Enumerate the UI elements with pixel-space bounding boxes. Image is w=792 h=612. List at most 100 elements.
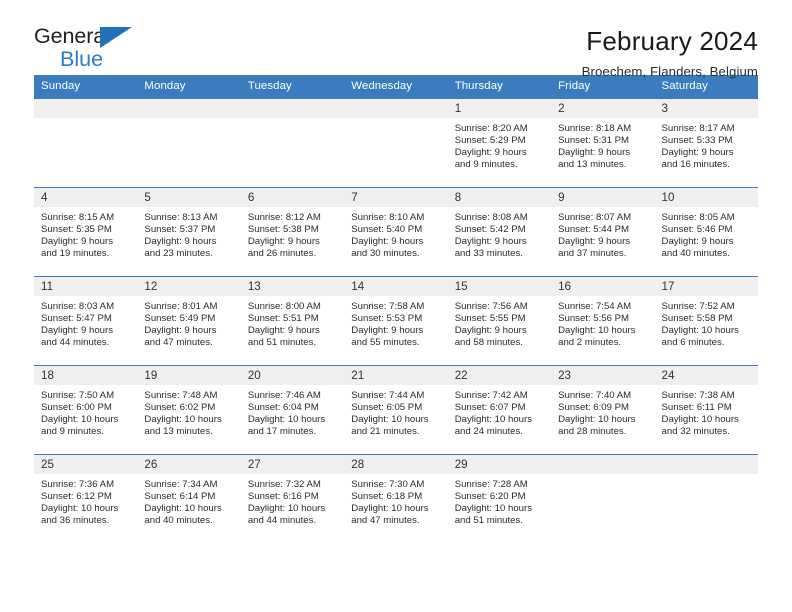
weekday-header-tuesday: Tuesday — [240, 75, 345, 99]
sunrise-text: Sunrise: 8:05 AM — [661, 212, 735, 223]
daylight-text-line2: and 24 minutes. — [454, 425, 523, 437]
day-number — [240, 99, 345, 118]
daylight-text-line2: and 2 minutes. — [558, 336, 622, 348]
calendar-day-cell[interactable]: 11 Sunrise: 8:03 AM Sunset: 5:47 PM Dayligh… — [34, 276, 138, 366]
calendar-day-cell[interactable]: 23 Sunrise: 7:40 AM Sunset: 6:09 PM Dayligh… — [551, 365, 655, 455]
sunrise-text: Sunrise: 8:12 AM — [247, 212, 321, 223]
calendar-day-cell[interactable]: 22 Sunrise: 7:42 AM Sunset: 6:07 PM Dayligh… — [447, 365, 552, 455]
day-number: 7 — [344, 188, 448, 207]
day-details: Sunrise: 7:32 AM Sunset: 6:16 PM Daylight:… — [241, 474, 344, 527]
sunset-text: Sunset: 5:51 PM — [247, 312, 319, 324]
weekday-header-wednesday: Wednesday — [344, 75, 448, 99]
daylight-text-line1: Daylight: 10 hours — [247, 502, 326, 514]
sunset-text: Sunset: 6:09 PM — [558, 401, 630, 413]
sunrise-text: Sunrise: 7:50 AM — [41, 390, 115, 401]
calendar-day-cell[interactable]: 18 Sunrise: 7:50 AM Sunset: 6:00 PM Dayligh… — [34, 365, 138, 455]
day-number — [551, 455, 655, 474]
sunset-text: Sunset: 6:04 PM — [247, 401, 319, 413]
calendar-day-cell[interactable]: 25 Sunrise: 7:36 AM Sunset: 6:12 PM Dayligh… — [34, 454, 138, 544]
sunset-text: Sunset: 5:42 PM — [454, 223, 526, 235]
calendar-day-cell[interactable]: 19 Sunrise: 7:48 AM Sunset: 6:02 PM Dayligh… — [137, 365, 241, 455]
sunrise-text: Sunrise: 7:36 AM — [41, 479, 115, 490]
sunset-text: Sunset: 5:58 PM — [661, 312, 733, 324]
logo-text-general: General — [34, 24, 110, 48]
calendar-day-cell-empty — [137, 98, 241, 188]
calendar-day-cell[interactable]: 3 Sunrise: 8:17 AM Sunset: 5:33 PM Daylight… — [654, 98, 758, 188]
logo-triangle-icon — [100, 27, 132, 48]
daylight-text-line2: and 37 minutes. — [558, 247, 627, 259]
calendar-day-cell[interactable]: 5 Sunrise: 8:13 AM Sunset: 5:37 PM Daylight… — [137, 187, 241, 277]
calendar-day-cell[interactable]: 10 Sunrise: 8:05 AM Sunset: 5:46 PM Dayligh… — [654, 187, 758, 277]
calendar-day-cell[interactable]: 16 Sunrise: 7:54 AM Sunset: 5:56 PM Dayligh… — [551, 276, 655, 366]
sunset-text: Sunset: 5:38 PM — [247, 223, 319, 235]
sunrise-text: Sunrise: 7:52 AM — [661, 301, 735, 312]
daylight-text-line1: Daylight: 9 hours — [454, 235, 527, 247]
sunset-text: Sunset: 5:55 PM — [454, 312, 526, 324]
sunrise-text: Sunrise: 7:42 AM — [454, 390, 528, 401]
calendar-day-cell[interactable]: 28 Sunrise: 7:30 AM Sunset: 6:18 PM Dayligh… — [344, 454, 448, 544]
day-number — [137, 99, 241, 118]
calendar-day-cell[interactable]: 27 Sunrise: 7:32 AM Sunset: 6:16 PM Dayligh… — [240, 454, 345, 544]
calendar-day-cell[interactable]: 6 Sunrise: 8:12 AM Sunset: 5:38 PM Daylight… — [240, 187, 345, 277]
sunrise-text: Sunrise: 8:10 AM — [351, 212, 425, 223]
sunrise-text: Sunrise: 8:18 AM — [558, 123, 632, 134]
calendar-day-cell[interactable]: 2 Sunrise: 8:18 AM Sunset: 5:31 PM Daylight… — [551, 98, 655, 188]
calendar-day-cell[interactable]: 13 Sunrise: 8:00 AM Sunset: 5:51 PM Dayligh… — [240, 276, 345, 366]
calendar-day-cell[interactable]: 15 Sunrise: 7:56 AM Sunset: 5:55 PM Dayligh… — [447, 276, 552, 366]
calendar-day-cell[interactable]: 12 Sunrise: 8:01 AM Sunset: 5:49 PM Dayligh… — [137, 276, 241, 366]
weekday-header-monday: Monday — [137, 75, 241, 99]
daylight-text-line1: Daylight: 10 hours — [144, 413, 222, 425]
daylight-text-line2: and 30 minutes. — [351, 247, 420, 259]
daylight-text-line2: and 16 minutes. — [661, 158, 730, 170]
calendar-day-cell[interactable]: 8 Sunrise: 8:08 AM Sunset: 5:42 PM Daylight… — [447, 187, 552, 277]
day-number: 5 — [137, 188, 241, 207]
calendar-day-cell[interactable]: 24 Sunrise: 7:38 AM Sunset: 6:11 PM Dayligh… — [654, 365, 758, 455]
calendar-body: 1 Sunrise: 8:20 AM Sunset: 5:29 PM Daylight… — [34, 98, 758, 544]
calendar-day-cell[interactable]: 9 Sunrise: 8:07 AM Sunset: 5:44 PM Daylight… — [551, 187, 655, 277]
calendar-day-cell[interactable]: 17 Sunrise: 7:52 AM Sunset: 5:58 PM Dayligh… — [654, 276, 758, 366]
calendar-day-cell[interactable]: 7 Sunrise: 8:10 AM Sunset: 5:40 PM Daylight… — [344, 187, 448, 277]
calendar-day-cell[interactable]: 4 Sunrise: 8:15 AM Sunset: 5:35 PM Daylight… — [34, 187, 138, 277]
sunset-text: Sunset: 6:05 PM — [351, 401, 423, 413]
day-details: Sunrise: 8:01 AM Sunset: 5:49 PM Daylight:… — [137, 296, 240, 349]
day-details: Sunrise: 7:28 AM Sunset: 6:20 PM Daylight:… — [448, 474, 551, 527]
day-details: Sunrise: 7:48 AM Sunset: 6:02 PM Daylight:… — [137, 385, 240, 438]
sunset-text: Sunset: 5:56 PM — [558, 312, 630, 324]
daylight-text-line2: and 40 minutes. — [661, 247, 730, 259]
daylight-text-line2: and 21 minutes. — [351, 425, 420, 437]
daylight-text-line2: and 26 minutes. — [247, 247, 317, 259]
day-details: Sunrise: 8:20 AM Sunset: 5:29 PM Daylight:… — [448, 118, 551, 171]
day-details: Sunrise: 8:10 AM Sunset: 5:40 PM Daylight:… — [344, 207, 447, 260]
calendar-day-cell[interactable]: 1 Sunrise: 8:20 AM Sunset: 5:29 PM Daylight… — [447, 98, 552, 188]
day-details: Sunrise: 7:44 AM Sunset: 6:05 PM Daylight:… — [344, 385, 447, 438]
calendar-day-cell[interactable]: 14 Sunrise: 7:58 AM Sunset: 5:53 PM Dayligh… — [344, 276, 448, 366]
day-number: 20 — [240, 366, 345, 385]
calendar-day-cell[interactable]: 26 Sunrise: 7:34 AM Sunset: 6:14 PM Dayligh… — [137, 454, 241, 544]
sunset-text: Sunset: 5:33 PM — [661, 134, 733, 146]
daylight-text-line2: and 6 minutes. — [661, 336, 725, 348]
day-details: Sunrise: 8:13 AM Sunset: 5:37 PM Daylight:… — [137, 207, 240, 260]
daylight-text-line1: Daylight: 9 hours — [351, 324, 424, 336]
day-number: 11 — [34, 277, 138, 296]
sunset-text: Sunset: 6:14 PM — [144, 490, 216, 502]
sunset-text: Sunset: 6:02 PM — [144, 401, 216, 413]
calendar-week-row: 4 Sunrise: 8:15 AM Sunset: 5:35 PM Daylight… — [34, 187, 758, 277]
sunset-text: Sunset: 6:12 PM — [41, 490, 112, 502]
daylight-text-line1: Daylight: 10 hours — [558, 324, 636, 336]
sunrise-text: Sunrise: 7:32 AM — [247, 479, 321, 490]
sunset-text: Sunset: 5:44 PM — [558, 223, 630, 235]
day-details: Sunrise: 7:54 AM Sunset: 5:56 PM Daylight:… — [551, 296, 654, 349]
day-details: Sunrise: 7:36 AM Sunset: 6:12 PM Daylight:… — [34, 474, 137, 527]
calendar-day-cell[interactable]: 29 Sunrise: 7:28 AM Sunset: 6:20 PM Dayligh… — [447, 454, 552, 544]
sunrise-text: Sunrise: 8:08 AM — [454, 212, 528, 223]
daylight-text-line1: Daylight: 10 hours — [661, 413, 739, 425]
sunrise-text: Sunrise: 8:07 AM — [558, 212, 632, 223]
calendar-day-cell[interactable]: 21 Sunrise: 7:44 AM Sunset: 6:05 PM Dayligh… — [344, 365, 448, 455]
calendar-week-row: 18 Sunrise: 7:50 AM Sunset: 6:00 PM Dayligh… — [34, 365, 758, 455]
daylight-text-line1: Daylight: 9 hours — [661, 146, 734, 158]
sunrise-text: Sunrise: 8:01 AM — [144, 301, 218, 312]
calendar-day-cell[interactable]: 20 Sunrise: 7:46 AM Sunset: 6:04 PM Dayligh… — [240, 365, 345, 455]
daylight-text-line1: Daylight: 9 hours — [558, 235, 631, 247]
daylight-text-line1: Daylight: 10 hours — [351, 413, 429, 425]
day-details: Sunrise: 7:40 AM Sunset: 6:09 PM Daylight:… — [551, 385, 654, 438]
